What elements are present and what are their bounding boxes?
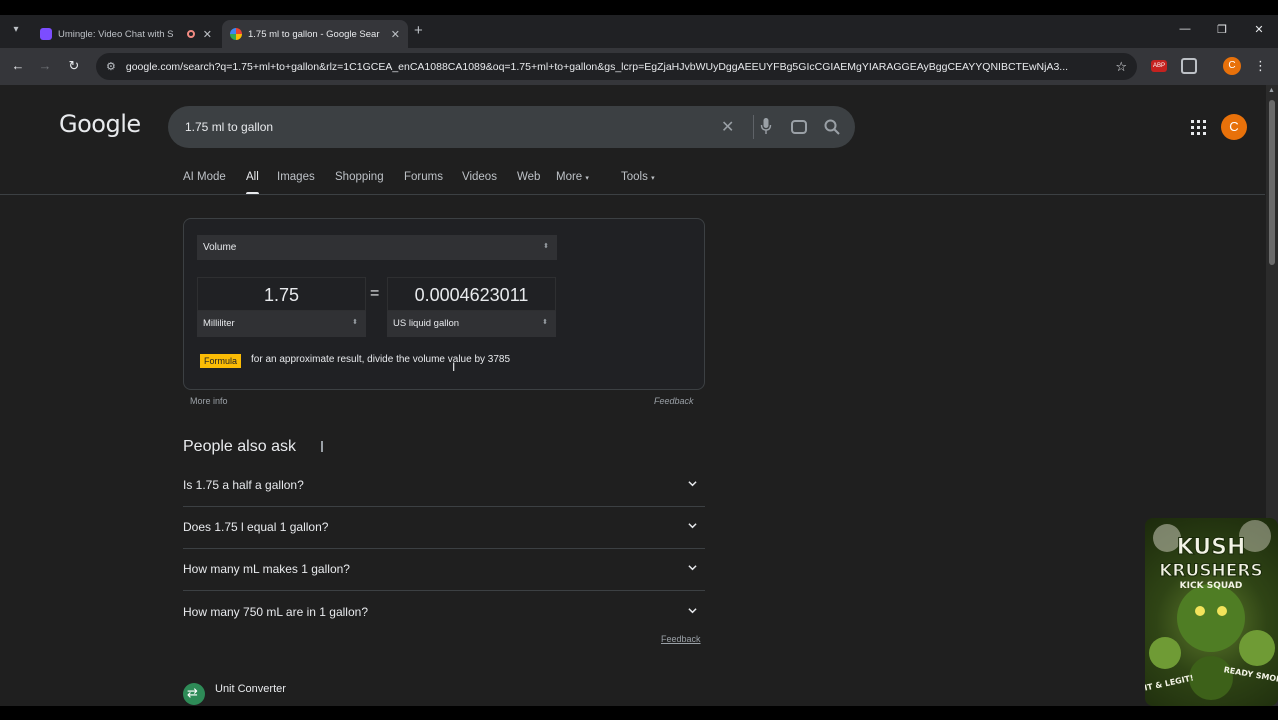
paa-feedback-link[interactable]: Feedback	[661, 634, 701, 644]
clear-search-icon[interactable]: ✕	[721, 117, 734, 137]
measure-select[interactable]: Volume ⬍	[197, 235, 557, 260]
tab-web[interactable]: Web	[517, 171, 540, 183]
back-arrow-icon[interactable]: ←	[9, 58, 27, 73]
address-bar[interactable]: ⚙ google.com/search?q=1.75+ml+to+gallon&…	[96, 53, 1137, 80]
people-also-ask-heading: People also ask	[183, 438, 296, 455]
profile-avatar[interactable]: C	[1223, 57, 1241, 75]
paa-options-icon[interactable]	[321, 441, 323, 452]
google-account-avatar[interactable]: C	[1221, 114, 1247, 140]
kush-krushers-logo-art: KUSH KRUSHERS KICK SQUAD LIT & LEGIT! RE…	[1145, 520, 1278, 700]
result-site-name[interactable]: Unit Converter	[215, 683, 286, 695]
tab-title: 1.75 ml to gallon - Google Sear	[248, 28, 380, 40]
tab-title: Umingle: Video Chat with S	[58, 28, 174, 40]
equals-sign: =	[370, 285, 380, 302]
address-url[interactable]: google.com/search?q=1.75+ml+to+gallon&rl…	[126, 61, 1109, 73]
feedback-link[interactable]: Feedback	[654, 396, 694, 406]
paa-question-text: Is 1.75 a half a gallon?	[183, 478, 304, 492]
adblock-extension-icon[interactable]: ABP	[1151, 60, 1167, 72]
formula-badge: Formula	[200, 354, 242, 368]
more-caret-icon: ▾	[585, 175, 589, 182]
chevron-down-icon	[688, 565, 697, 571]
select-caret-icon: ⬍	[543, 243, 549, 250]
search-magnifier-icon[interactable]	[823, 118, 841, 136]
tab-more-label: More	[556, 171, 583, 183]
search-input[interactable]: 1.75 ml to gallon	[185, 120, 273, 134]
bookmark-star-icon[interactable]: ☆	[1115, 59, 1127, 75]
paa-question[interactable]: How many 750 mL are in 1 gallon?	[183, 592, 705, 634]
tab-umingle[interactable]: Umingle: Video Chat with S ✕	[32, 20, 220, 48]
recording-icon	[186, 30, 195, 38]
paa-question[interactable]: Is 1.75 a half a gallon?	[183, 465, 705, 507]
tab-more[interactable]: More ▾	[556, 171, 589, 183]
browser-toolbar: ← → ↻ ⚙ google.com/search?q=1.75+ml+to+g…	[0, 48, 1278, 85]
tabs-divider	[0, 194, 1265, 195]
paa-question-text: How many 750 mL are in 1 gallon?	[183, 605, 368, 619]
site-settings-icon[interactable]: ⚙	[106, 60, 116, 73]
search-divider	[753, 115, 754, 139]
restore-icon[interactable]: ❐	[1212, 23, 1232, 36]
close-tab-icon[interactable]: ✕	[391, 28, 400, 41]
minimize-icon[interactable]: —	[1175, 23, 1195, 35]
scrollbar-thumb[interactable]	[1269, 100, 1275, 265]
text-cursor-icon: I	[452, 360, 456, 374]
browser-menu-kebab-icon[interactable]: ⋮	[1254, 58, 1267, 74]
tab-tools[interactable]: Tools ▾	[621, 171, 655, 183]
svg-text:KICK SQUAD: KICK SQUAD	[1180, 581, 1243, 591]
google-lens-icon[interactable]	[791, 120, 807, 134]
letterbox-top	[0, 0, 1278, 15]
tab-all[interactable]: All	[246, 171, 259, 195]
svg-text:KUSH: KUSH	[1177, 535, 1246, 560]
chevron-down-icon	[688, 608, 697, 614]
letterbox-bottom	[0, 706, 1278, 720]
svg-text:LIT & LEGIT!: LIT & LEGIT!	[1145, 673, 1194, 693]
unit-converter-site-icon[interactable]	[183, 683, 205, 705]
reload-icon[interactable]: ↻	[65, 58, 83, 74]
from-unit-value: Milliliter	[203, 318, 235, 329]
svg-text:KRUSHERS: KRUSHERS	[1159, 561, 1263, 581]
google-logo[interactable]: Google	[59, 110, 141, 138]
tab-google-search[interactable]: 1.75 ml to gallon - Google Sear ✕	[222, 20, 408, 48]
kush-krushers-overlay-logo: KUSH KRUSHERS KICK SQUAD LIT & LEGIT! RE…	[1145, 518, 1278, 706]
tab-search-chevron-icon[interactable]: ▾	[6, 24, 26, 40]
close-tab-icon[interactable]: ✕	[203, 28, 212, 41]
select-caret-icon: ⬍	[352, 319, 358, 326]
paa-question[interactable]: Does 1.75 l equal 1 gallon?	[183, 507, 705, 549]
tab-videos[interactable]: Videos	[462, 171, 497, 183]
google-favicon-icon	[230, 28, 242, 40]
tab-forums[interactable]: Forums	[404, 171, 443, 183]
tab-images[interactable]: Images	[277, 171, 315, 183]
paa-question-text: How many mL makes 1 gallon?	[183, 562, 350, 576]
chevron-down-icon	[688, 481, 697, 487]
to-unit-value: US liquid gallon	[393, 318, 460, 329]
umingle-favicon-icon	[40, 28, 52, 40]
chevron-down-icon	[688, 523, 697, 529]
tools-caret-icon: ▾	[651, 175, 655, 182]
measure-select-value: Volume	[203, 242, 237, 253]
from-value-input[interactable]: 1.75	[197, 277, 366, 311]
select-caret-icon: ⬍	[542, 319, 548, 326]
browser-tabstrip: ▾ Umingle: Video Chat with S ✕ 1.75 ml t…	[0, 15, 1278, 48]
paa-question-text: Does 1.75 l equal 1 gallon?	[183, 520, 329, 534]
search-box[interactable]: 1.75 ml to gallon ✕	[168, 106, 855, 148]
microphone-icon[interactable]	[760, 117, 772, 135]
to-value-input[interactable]: 0.0004623011	[387, 277, 556, 311]
close-window-icon[interactable]: ✕	[1249, 23, 1269, 36]
tab-tools-label: Tools	[621, 171, 648, 183]
formula-text: for an approximate result, divide the vo…	[251, 354, 511, 365]
new-tab-plus-icon[interactable]: +	[414, 22, 423, 39]
tab-shopping[interactable]: Shopping	[335, 171, 384, 183]
scroll-up-arrow-icon[interactable]: ▲	[1268, 87, 1275, 94]
forward-arrow-icon[interactable]: →	[36, 58, 54, 73]
more-info-link[interactable]: More info	[190, 396, 228, 406]
to-unit-select[interactable]: US liquid gallon ⬍	[387, 311, 556, 337]
google-apps-grid-icon[interactable]	[1191, 120, 1206, 135]
tab-ai-mode[interactable]: AI Mode	[183, 171, 226, 183]
unit-converter-card: Volume ⬍ 1.75 = 0.0004623011 Milliliter …	[183, 218, 705, 390]
paa-question[interactable]: How many mL makes 1 gallon?	[183, 549, 705, 591]
from-unit-select[interactable]: Milliliter ⬍	[197, 311, 366, 337]
extensions-puzzle-icon[interactable]	[1181, 58, 1197, 74]
